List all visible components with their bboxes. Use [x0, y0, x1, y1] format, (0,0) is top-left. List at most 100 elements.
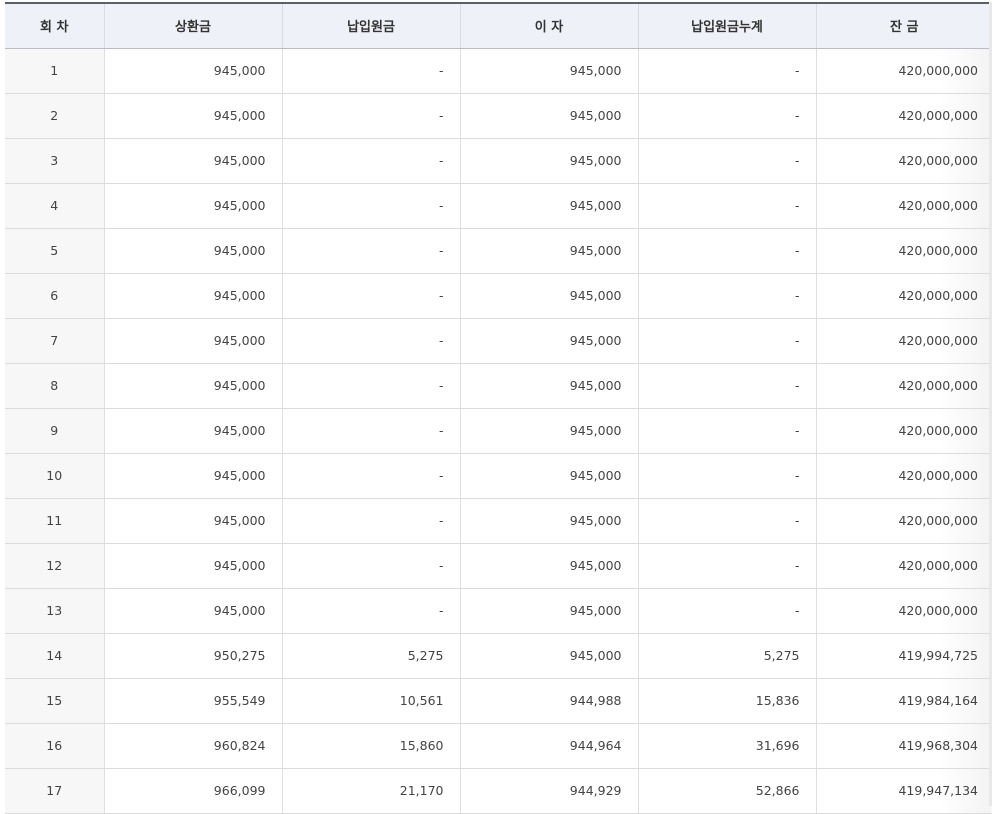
cell-principal-cumulative: 52,866 [637, 768, 816, 814]
table-row: 8 945,000-945,000-420,000,000 [5, 363, 992, 409]
cell-principal-cumulative: - [637, 138, 816, 184]
cell-principal-cumulative: - [637, 273, 816, 319]
cell-repayment: 945,000 [103, 498, 282, 544]
cell-repayment: 945,000 [103, 588, 282, 634]
cell-repayment: 960,824 [103, 723, 282, 769]
cell-balance: 420,000,000 [815, 93, 992, 139]
cell-principal-paid: 10,561 [281, 678, 460, 724]
cell-principal-cumulative: - [637, 318, 816, 364]
header-row: 회 차 상환금 납입원금 이 자 납입원금누계 잔 금 [5, 2, 992, 49]
cell-interest: 944,988 [459, 678, 638, 724]
table-row: 16 960,824 15,860 944,964 31,696 419,968,304 [5, 723, 992, 769]
cell-balance: 420,000,000 [815, 498, 992, 544]
cell-installment: 2 [5, 93, 104, 139]
cell-balance: 420,000,000 [815, 48, 992, 94]
cell-repayment: 966,099 [103, 768, 282, 814]
cell-principal-cumulative: - [637, 453, 816, 499]
header-interest: 이 자 [459, 2, 638, 49]
cell-interest: 944,964 [459, 723, 638, 769]
header-balance: 잔 금 [815, 2, 992, 49]
cell-repayment: 945,000 [103, 48, 282, 94]
cell-interest: 945,000 [459, 318, 638, 364]
cell-repayment: 945,000 [103, 453, 282, 499]
table-row: 2 945,000-945,000-420,000,000 [5, 93, 992, 139]
header-principal-cumulative: 납입원금누계 [637, 2, 816, 49]
table-row: 17 966,099 21,170 944,929 52,866 419,947,134 [5, 768, 992, 814]
cell-principal-paid: - [281, 93, 460, 139]
table-row: 9 945,000-945,000-420,000,000 [5, 408, 992, 454]
cell-interest: 945,000 [459, 408, 638, 454]
cell-balance: 420,000,000 [815, 408, 992, 454]
cell-interest: 945,000 [459, 138, 638, 184]
cell-installment: 6 [5, 273, 104, 319]
table-body: 1 945,000-945,000-420,000,000 2 945,000-945… [5, 48, 992, 814]
cell-principal-paid: - [281, 543, 460, 589]
cell-principal-cumulative: - [637, 588, 816, 634]
table-row: 11 945,000-945,000-420,000,000 [5, 498, 992, 544]
cell-balance: 419,994,725 [815, 633, 992, 679]
table-row: 7 945,000-945,000-420,000,000 [5, 318, 992, 364]
cell-principal-cumulative: 31,696 [637, 723, 816, 769]
repayment-schedule-table-container: 회 차 상환금 납입원금 이 자 납입원금누계 잔 금 1 945,000-945… [5, 2, 992, 814]
table-row: 15 955,549 10,561 944,988 15,836 419,984,164 [5, 678, 992, 724]
header-principal-paid: 납입원금 [281, 2, 460, 49]
cell-principal-paid: 5,275 [281, 633, 460, 679]
cell-installment: 15 [5, 678, 104, 724]
cell-principal-paid: - [281, 183, 460, 229]
cell-repayment: 945,000 [103, 363, 282, 409]
table-row: 10 945,000-945,000-420,000,000 [5, 453, 992, 499]
cell-repayment: 945,000 [103, 273, 282, 319]
cell-repayment: 945,000 [103, 408, 282, 454]
cell-interest: 945,000 [459, 273, 638, 319]
cell-principal-paid: - [281, 453, 460, 499]
cell-installment: 8 [5, 363, 104, 409]
cell-repayment: 945,000 [103, 318, 282, 364]
cell-principal-cumulative: - [637, 183, 816, 229]
cell-balance: 419,984,164 [815, 678, 992, 724]
cell-interest: 945,000 [459, 228, 638, 274]
cell-principal-paid: - [281, 273, 460, 319]
cell-installment: 17 [5, 768, 104, 814]
cell-interest: 945,000 [459, 183, 638, 229]
header-installment: 회 차 [5, 2, 104, 49]
cell-balance: 420,000,000 [815, 138, 992, 184]
cell-balance: 419,968,304 [815, 723, 992, 769]
cell-principal-cumulative: - [637, 228, 816, 274]
cell-principal-cumulative: 5,275 [637, 633, 816, 679]
cell-interest: 945,000 [459, 588, 638, 634]
cell-principal-paid: - [281, 408, 460, 454]
cell-principal-paid: - [281, 48, 460, 94]
cell-balance: 420,000,000 [815, 543, 992, 589]
table-row: 6 945,000-945,000-420,000,000 [5, 273, 992, 319]
cell-interest: 945,000 [459, 633, 638, 679]
cell-installment: 3 [5, 138, 104, 184]
cell-interest: 945,000 [459, 453, 638, 499]
cell-principal-cumulative: 15,836 [637, 678, 816, 724]
cell-balance: 420,000,000 [815, 318, 992, 364]
cell-balance: 420,000,000 [815, 363, 992, 409]
cell-interest: 945,000 [459, 93, 638, 139]
cell-principal-paid: 21,170 [281, 768, 460, 814]
table-header: 회 차 상환금 납입원금 이 자 납입원금누계 잔 금 [5, 2, 992, 49]
cell-principal-cumulative: - [637, 363, 816, 409]
table-row: 14 950,275 5,275 945,000 5,275 419,994,725 [5, 633, 992, 679]
cell-installment: 10 [5, 453, 104, 499]
table-row: 12 945,000-945,000-420,000,000 [5, 543, 992, 589]
cell-balance: 420,000,000 [815, 183, 992, 229]
cell-installment: 5 [5, 228, 104, 274]
cell-interest: 945,000 [459, 48, 638, 94]
cell-repayment: 950,275 [103, 633, 282, 679]
cell-balance: 420,000,000 [815, 453, 992, 499]
cell-principal-paid: - [281, 588, 460, 634]
cell-interest: 945,000 [459, 543, 638, 589]
cell-principal-paid: - [281, 498, 460, 544]
cell-balance: 420,000,000 [815, 228, 992, 274]
cell-principal-paid: - [281, 318, 460, 364]
cell-repayment: 945,000 [103, 93, 282, 139]
cell-principal-paid: 15,860 [281, 723, 460, 769]
cell-interest: 945,000 [459, 498, 638, 544]
table-row: 5 945,000-945,000-420,000,000 [5, 228, 992, 274]
repayment-schedule-table: 회 차 상환금 납입원금 이 자 납입원금누계 잔 금 1 945,000-945… [5, 2, 992, 814]
cell-repayment: 945,000 [103, 183, 282, 229]
table-row: 3 945,000-945,000-420,000,000 [5, 138, 992, 184]
